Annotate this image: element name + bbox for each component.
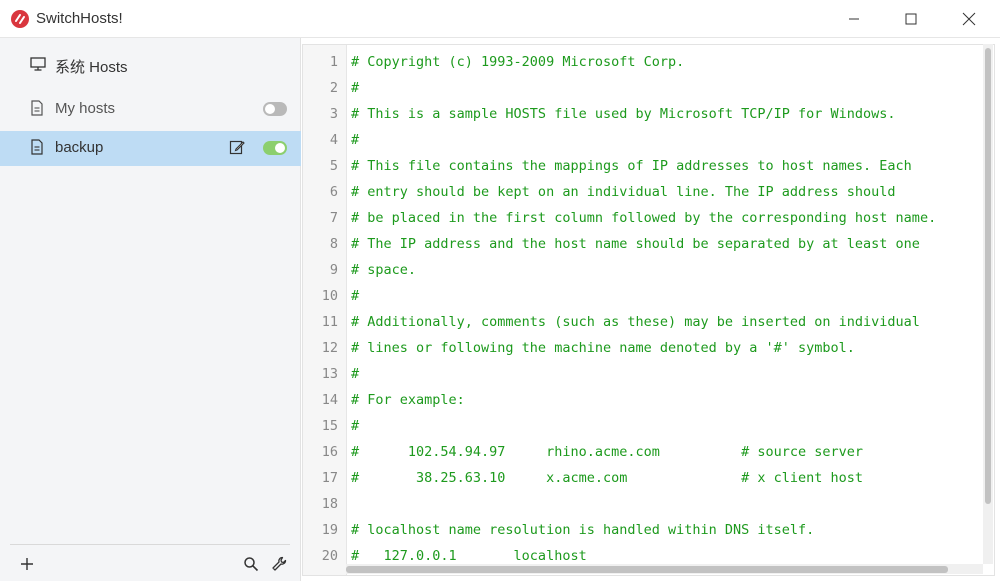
line-number: 3 <box>329 106 338 122</box>
file-icon <box>30 139 44 159</box>
code-line: # <box>351 288 360 304</box>
sidebar-item-label: 系统 Hosts <box>55 59 128 76</box>
code-line: # localhost name resolution is handled w… <box>351 522 815 538</box>
code-line: # The IP address and the host name shoul… <box>351 236 920 252</box>
close-icon <box>962 12 976 26</box>
my-hosts-toggle[interactable] <box>263 102 287 116</box>
line-number: 8 <box>329 236 338 252</box>
line-number: 5 <box>329 158 338 174</box>
maximize-button[interactable] <box>882 0 940 38</box>
code-line: # <box>351 418 360 434</box>
line-number: 10 <box>321 288 338 304</box>
minimize-icon <box>849 18 859 20</box>
sidebar-footer-divider <box>10 544 290 545</box>
code-line: # <box>351 132 360 148</box>
code-line: # lines or following the machine name de… <box>351 340 855 356</box>
code-line: # entry should be kept on an individual … <box>351 184 896 200</box>
plus-icon <box>21 558 33 570</box>
code-line: # <box>351 366 360 382</box>
code-line: # space. <box>351 262 417 278</box>
code-line: # 38.25.63.10 x.acme.com # x client host <box>351 470 864 486</box>
wrench-icon <box>272 556 287 571</box>
code-area[interactable]: # Copyright (c) 1993-2009 Microsoft Corp… <box>351 45 984 565</box>
backup-toggle[interactable] <box>263 141 287 155</box>
code-line: # This file contains the mappings of IP … <box>351 158 912 174</box>
line-number: 4 <box>329 132 338 148</box>
line-number-gutter: 1 2 3 4 5 6 7 8 9 10 11 12 13 14 15 16 1… <box>303 45 347 575</box>
line-number: 2 <box>329 80 338 96</box>
search-button[interactable] <box>240 553 262 575</box>
line-number: 9 <box>329 262 338 278</box>
app-title: SwitchHosts! <box>36 10 123 27</box>
line-number: 19 <box>321 522 338 538</box>
line-number: 7 <box>329 210 338 226</box>
title-bar: SwitchHosts! <box>0 0 1000 38</box>
sidebar-item-label: My hosts <box>55 100 116 117</box>
horizontal-scrollbar[interactable] <box>346 564 983 574</box>
code-line: # 102.54.94.97 rhino.acme.com # source s… <box>351 444 864 460</box>
hosts-editor[interactable]: 1 2 3 4 5 6 7 8 9 10 11 12 13 14 15 16 1… <box>302 44 995 576</box>
maximize-icon <box>905 13 917 25</box>
code-line: # This is a sample HOSTS file used by Mi… <box>351 106 896 122</box>
line-number: 13 <box>321 366 338 382</box>
line-number: 15 <box>321 418 338 434</box>
code-line: # be placed in the first column followed… <box>351 210 937 226</box>
line-number: 18 <box>321 496 338 512</box>
code-line: # Copyright (c) 1993-2009 Microsoft Corp… <box>351 54 685 70</box>
line-number: 17 <box>321 470 338 486</box>
add-button[interactable] <box>16 553 38 575</box>
search-icon <box>244 557 259 572</box>
line-number: 20 <box>321 548 338 564</box>
line-number: 11 <box>321 314 338 330</box>
line-number: 6 <box>329 184 338 200</box>
code-line: # For example: <box>351 392 465 408</box>
code-line: # 127.0.0.1 localhost <box>351 548 587 564</box>
sidebar-item-my-hosts[interactable]: My hosts <box>0 92 301 126</box>
app-logo-icon <box>11 10 29 28</box>
code-line: # <box>351 80 360 96</box>
close-button[interactable] <box>940 0 998 38</box>
sidebar-item-backup[interactable]: backup <box>0 131 301 166</box>
line-number: 1 <box>329 54 338 70</box>
settings-button[interactable] <box>268 553 290 575</box>
vertical-scroll-thumb[interactable] <box>985 48 991 504</box>
line-number: 12 <box>321 340 338 356</box>
minimize-button[interactable] <box>825 0 883 38</box>
code-line: # Additionally, comments (such as these)… <box>351 314 920 330</box>
vertical-scrollbar[interactable] <box>983 44 993 564</box>
sidebar: 系统 Hosts My hosts backup <box>0 38 301 581</box>
sidebar-item-label: backup <box>55 139 104 156</box>
edit-icon[interactable] <box>229 139 245 159</box>
sidebar-item-system-hosts[interactable]: 系统 Hosts <box>0 48 301 82</box>
horizontal-scroll-thumb[interactable] <box>346 566 948 573</box>
monitor-icon <box>30 56 46 76</box>
line-number: 16 <box>321 444 338 460</box>
line-number: 14 <box>321 392 338 408</box>
file-icon <box>30 100 44 120</box>
